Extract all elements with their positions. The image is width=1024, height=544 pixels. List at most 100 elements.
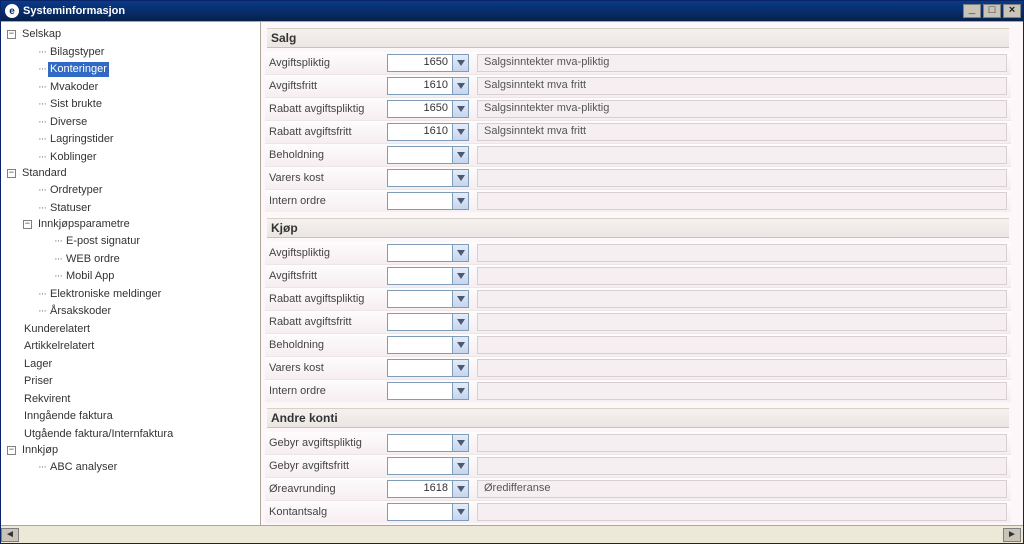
tree-lagringstider[interactable]: Lagringstider bbox=[48, 132, 116, 147]
chevron-down-icon[interactable] bbox=[452, 314, 468, 330]
andre-oreavrunding-combo[interactable]: 1618 bbox=[387, 480, 469, 498]
salg-beholdning-label: Beholdning bbox=[269, 149, 387, 161]
tree-abc-analyser[interactable]: ABC analyser bbox=[48, 460, 119, 475]
chevron-down-icon[interactable] bbox=[452, 268, 468, 284]
tree-diverse[interactable]: Diverse bbox=[48, 115, 89, 130]
salg-varers_kost-combo[interactable] bbox=[387, 169, 469, 187]
kjop-varers_kost-combo[interactable] bbox=[387, 359, 469, 377]
kjop-avgiftspliktig-value bbox=[388, 245, 452, 261]
salg-rabatt_avgiftspliktig-combo[interactable]: 1650 bbox=[387, 100, 469, 118]
salg-intern_ordre-combo[interactable] bbox=[387, 192, 469, 210]
tree-innkjop[interactable]: Innkjøp bbox=[20, 443, 60, 458]
navigation-tree[interactable]: − Selskap ···Bilagstyper ···Konteringer … bbox=[1, 22, 261, 525]
tree-arsakskoder[interactable]: Årsakskoder bbox=[48, 304, 113, 319]
kjop-rabatt_avgiftspliktig-label: Rabatt avgiftspliktig bbox=[269, 293, 387, 305]
chevron-down-icon[interactable] bbox=[452, 101, 468, 117]
toggle-innkjop[interactable]: − bbox=[7, 446, 16, 455]
kjop-varers_kost-row: Varers kost bbox=[265, 356, 1011, 379]
tree-priser[interactable]: Priser bbox=[22, 374, 55, 389]
minimize-button[interactable]: _ bbox=[963, 4, 981, 18]
chevron-down-icon[interactable] bbox=[452, 481, 468, 497]
tree-selskap[interactable]: Selskap bbox=[20, 27, 63, 42]
form-pane[interactable]: Salg Avgiftspliktig1650Salgsinntekter mv… bbox=[261, 22, 1023, 525]
andre-kontantsalg-value bbox=[388, 504, 452, 520]
andre-gebyr_avgiftsfritt-combo[interactable] bbox=[387, 457, 469, 475]
salg-intern_ordre-value bbox=[388, 193, 452, 209]
chevron-down-icon[interactable] bbox=[452, 170, 468, 186]
andre-gebyr_avgiftsfritt-value bbox=[388, 458, 452, 474]
tree-statuser[interactable]: Statuser bbox=[48, 201, 93, 216]
tree-kunderelatert[interactable]: Kunderelatert bbox=[22, 322, 92, 337]
chevron-down-icon[interactable] bbox=[452, 55, 468, 71]
titlebar[interactable]: e Systeminformasjon _ □ × bbox=[1, 1, 1023, 21]
andre-kontantsalg-description bbox=[477, 503, 1007, 521]
chevron-down-icon[interactable] bbox=[452, 435, 468, 451]
tree-mobil-app[interactable]: Mobil App bbox=[64, 269, 116, 284]
chevron-down-icon[interactable] bbox=[452, 360, 468, 376]
andre-gebyr_avgiftspliktig-row: Gebyr avgiftspliktig bbox=[265, 432, 1011, 454]
kjop-avgiftspliktig-row: Avgiftspliktig bbox=[265, 242, 1011, 264]
tree-bilagstyper[interactable]: Bilagstyper bbox=[48, 45, 106, 60]
maximize-button[interactable]: □ bbox=[983, 4, 1001, 18]
andre-oreavrunding-row: Øreavrunding1618Øredifferanse bbox=[265, 477, 1011, 500]
kjop-avgiftsfritt-description bbox=[477, 267, 1007, 285]
tree-artikkelrelatert[interactable]: Artikkelrelatert bbox=[22, 339, 96, 354]
chevron-down-icon[interactable] bbox=[452, 504, 468, 520]
salg-rabatt_avgiftsfritt-combo[interactable]: 1610 bbox=[387, 123, 469, 141]
tree-web-ordre[interactable]: WEB ordre bbox=[64, 252, 122, 267]
chevron-down-icon[interactable] bbox=[452, 458, 468, 474]
tree-standard[interactable]: Standard bbox=[20, 166, 69, 181]
kjop-rabatt_avgiftspliktig-combo[interactable] bbox=[387, 290, 469, 308]
tree-sist-brukte[interactable]: Sist brukte bbox=[48, 97, 104, 112]
chevron-down-icon[interactable] bbox=[452, 383, 468, 399]
tree-konteringer[interactable]: Konteringer bbox=[48, 62, 109, 77]
tree-rekvirent[interactable]: Rekvirent bbox=[22, 392, 72, 407]
chevron-down-icon[interactable] bbox=[452, 124, 468, 140]
kjop-beholdning-description bbox=[477, 336, 1007, 354]
tree-elektroniske-meldinger[interactable]: Elektroniske meldinger bbox=[48, 287, 163, 302]
toggle-selskap[interactable]: − bbox=[7, 30, 16, 39]
andre-gebyr_avgiftspliktig-label: Gebyr avgiftspliktig bbox=[269, 437, 387, 449]
kjop-beholdning-combo[interactable] bbox=[387, 336, 469, 354]
kjop-rabatt_avgiftsfritt-combo[interactable] bbox=[387, 313, 469, 331]
kjop-rabatt_avgiftsfritt-description bbox=[477, 313, 1007, 331]
close-button[interactable]: × bbox=[1003, 4, 1021, 18]
salg-varers_kost-description bbox=[477, 169, 1007, 187]
content-area: − Selskap ···Bilagstyper ···Konteringer … bbox=[1, 21, 1023, 525]
toggle-innkjopsparam[interactable]: − bbox=[23, 220, 32, 229]
tree-lager[interactable]: Lager bbox=[22, 357, 54, 372]
andre-gebyr_avgiftsfritt-row: Gebyr avgiftsfritt bbox=[265, 454, 1011, 477]
tree-koblinger[interactable]: Koblinger bbox=[48, 150, 98, 165]
kjop-avgiftspliktig-label: Avgiftspliktig bbox=[269, 247, 387, 259]
chevron-down-icon[interactable] bbox=[452, 245, 468, 261]
chevron-down-icon[interactable] bbox=[452, 337, 468, 353]
tree-inngaende-faktura[interactable]: Inngående faktura bbox=[22, 409, 115, 424]
chevron-down-icon[interactable] bbox=[452, 291, 468, 307]
tree-ordretyper[interactable]: Ordretyper bbox=[48, 183, 105, 198]
kjop-intern_ordre-combo[interactable] bbox=[387, 382, 469, 400]
kjop-rabatt_avgiftsfritt-row: Rabatt avgiftsfritt bbox=[265, 310, 1011, 333]
andre-gebyr_avgiftspliktig-combo[interactable] bbox=[387, 434, 469, 452]
tree-innkjopsparam[interactable]: Innkjøpsparametre bbox=[36, 217, 132, 232]
scroll-left-button[interactable]: ◄ bbox=[1, 528, 19, 542]
andre-kontantsalg-combo[interactable] bbox=[387, 503, 469, 521]
tree-mvakoder[interactable]: Mvakoder bbox=[48, 80, 100, 95]
tree-utgaende-faktura[interactable]: Utgående faktura/Internfaktura bbox=[22, 427, 175, 442]
kjop-rabatt_avgiftsfritt-value bbox=[388, 314, 452, 330]
kjop-avgiftsfritt-combo[interactable] bbox=[387, 267, 469, 285]
toggle-standard[interactable]: − bbox=[7, 169, 16, 178]
scroll-right-button[interactable]: ► bbox=[1003, 528, 1021, 542]
kjop-avgiftspliktig-combo[interactable] bbox=[387, 244, 469, 262]
salg-avgiftspliktig-combo[interactable]: 1650 bbox=[387, 54, 469, 72]
salg-avgiftsfritt-combo[interactable]: 1610 bbox=[387, 77, 469, 95]
chevron-down-icon[interactable] bbox=[452, 147, 468, 163]
kjop-varers_kost-description bbox=[477, 359, 1007, 377]
main-window: e Systeminformasjon _ □ × − Selskap ···B… bbox=[0, 0, 1024, 544]
chevron-down-icon[interactable] bbox=[452, 78, 468, 94]
section-kjop: Kjøp bbox=[267, 218, 1009, 238]
tree-epost-signatur[interactable]: E-post signatur bbox=[64, 234, 142, 249]
salg-beholdning-combo[interactable] bbox=[387, 146, 469, 164]
salg-intern_ordre-description bbox=[477, 192, 1007, 210]
kjop-intern_ordre-value bbox=[388, 383, 452, 399]
chevron-down-icon[interactable] bbox=[452, 193, 468, 209]
